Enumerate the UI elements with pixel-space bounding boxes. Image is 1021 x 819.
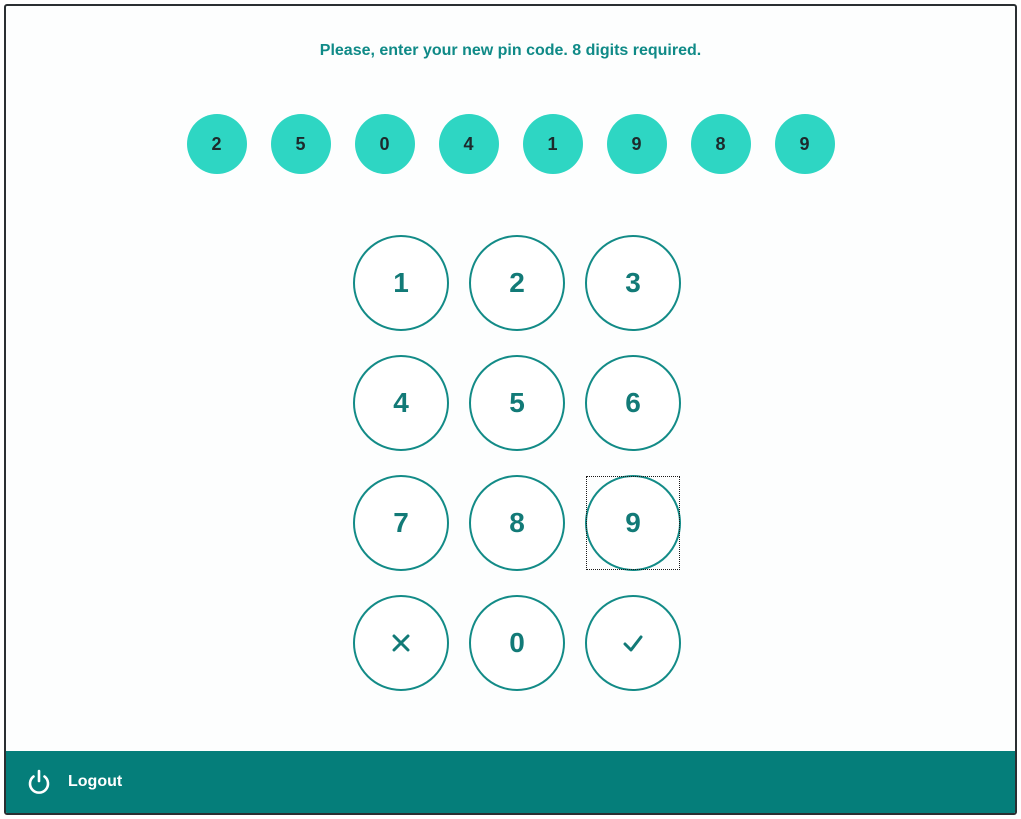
pin-digit-4: 4 [438,114,499,174]
key-3[interactable]: 3 [585,235,681,331]
key-6[interactable]: 6 [585,355,681,451]
power-icon [28,769,50,794]
numeric-keypad: 1 2 3 4 5 6 7 8 9 0 [353,235,681,691]
clear-button[interactable] [353,595,449,691]
confirm-button[interactable] [585,595,681,691]
key-0[interactable]: 0 [469,595,565,691]
key-5[interactable]: 5 [469,355,565,451]
key-1[interactable]: 1 [353,235,449,331]
logout-button[interactable]: Logout [24,767,122,797]
pin-digit-7: 8 [690,114,751,174]
pin-digit-5: 1 [522,114,583,174]
close-icon [392,634,410,652]
pin-digit-6: 9 [606,114,667,174]
key-2[interactable]: 2 [469,235,565,331]
pin-entry-window: Please, enter your new pin code. 8 digit… [4,4,1017,815]
check-icon [623,635,643,652]
pin-digit-8: 9 [774,114,835,174]
pin-digit-2: 5 [270,114,331,174]
key-7[interactable]: 7 [353,475,449,571]
key-4[interactable]: 4 [353,355,449,451]
pin-digit-3: 0 [354,114,415,174]
pin-instruction: Please, enter your new pin code. 8 digit… [319,42,702,59]
key-9[interactable]: 9 [585,475,681,571]
logout-label: Logout [68,773,123,790]
pin-display: 2 5 0 4 1 9 8 9 [6,114,1015,174]
footer-bar: Logout [6,751,1015,813]
pin-digit-1: 2 [186,114,247,174]
key-8[interactable]: 8 [469,475,565,571]
